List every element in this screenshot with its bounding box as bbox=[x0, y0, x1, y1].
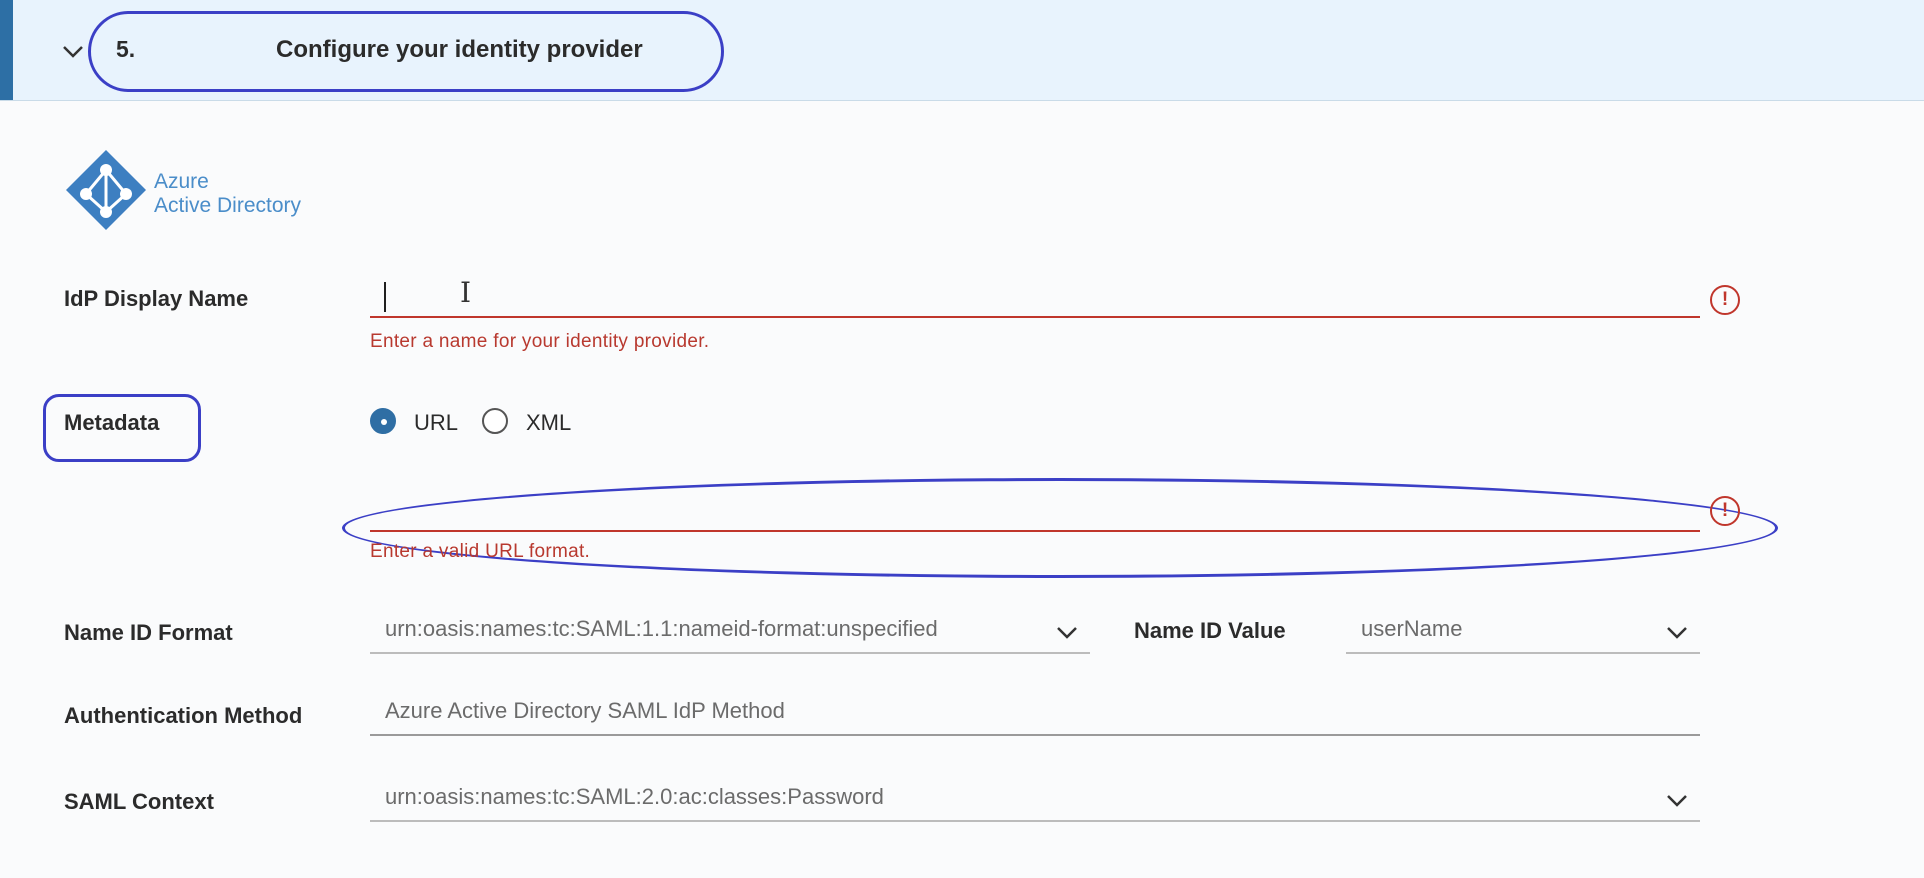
step-header[interactable]: 5. Configure your identity provider bbox=[0, 0, 1924, 101]
metadata-label: Metadata bbox=[64, 410, 160, 435]
name-id-format-value: urn:oasis:names:tc:SAML:1.1:nameid-forma… bbox=[385, 616, 938, 641]
metadata-url-error: Enter a valid URL format. bbox=[370, 541, 591, 562]
logo-line-2: Active Directory bbox=[154, 194, 302, 217]
name-id-value-label: Name ID Value bbox=[1134, 618, 1286, 643]
chevron-down-icon[interactable] bbox=[1666, 626, 1688, 640]
saml-context-label: SAML Context bbox=[64, 789, 214, 814]
authentication-method-label: Authentication Method bbox=[64, 703, 303, 728]
chevron-down-icon[interactable] bbox=[1056, 626, 1078, 640]
authentication-method-input[interactable]: Azure Active Directory SAML IdP Method bbox=[370, 690, 1700, 736]
chevron-down-icon[interactable] bbox=[58, 36, 88, 66]
name-id-value-value: userName bbox=[1361, 616, 1463, 641]
radio-xml[interactable] bbox=[482, 408, 508, 434]
step-number: 5. bbox=[116, 36, 136, 62]
idp-display-name-label: IdP Display Name bbox=[64, 286, 249, 311]
name-id-format-select[interactable]: urn:oasis:names:tc:SAML:1.1:nameid-forma… bbox=[370, 608, 1090, 654]
ibeam-cursor-icon: I bbox=[460, 276, 472, 309]
authentication-method-value: Azure Active Directory SAML IdP Method bbox=[385, 698, 785, 723]
azure-ad-logo-icon bbox=[66, 150, 146, 230]
name-id-format-label: Name ID Format bbox=[64, 620, 233, 645]
exclamation-circle-icon: ! bbox=[1710, 285, 1740, 315]
logo-text: Azure Active Directory bbox=[154, 170, 301, 218]
idp-display-name-input[interactable] bbox=[370, 270, 1700, 318]
chevron-down-icon[interactable] bbox=[1666, 794, 1688, 808]
name-id-value-select[interactable]: userName bbox=[1346, 608, 1700, 654]
idp-display-name-error: Enter a name for your identity provider. bbox=[370, 331, 710, 352]
step-title: Configure your identity provider bbox=[276, 36, 643, 63]
exclamation-circle-icon: ! bbox=[1710, 496, 1740, 526]
radio-url-label: URL bbox=[414, 410, 459, 435]
saml-context-select[interactable]: urn:oasis:names:tc:SAML:2.0:ac:classes:P… bbox=[370, 776, 1700, 822]
metadata-url-input[interactable] bbox=[370, 486, 1700, 532]
logo-line-1: Azure bbox=[154, 170, 209, 193]
radio-xml-label: XML bbox=[526, 410, 572, 435]
text-caret bbox=[384, 282, 386, 312]
header-accent-bar bbox=[0, 0, 13, 100]
radio-url[interactable] bbox=[370, 408, 396, 434]
saml-context-value: urn:oasis:names:tc:SAML:2.0:ac:classes:P… bbox=[385, 784, 884, 809]
